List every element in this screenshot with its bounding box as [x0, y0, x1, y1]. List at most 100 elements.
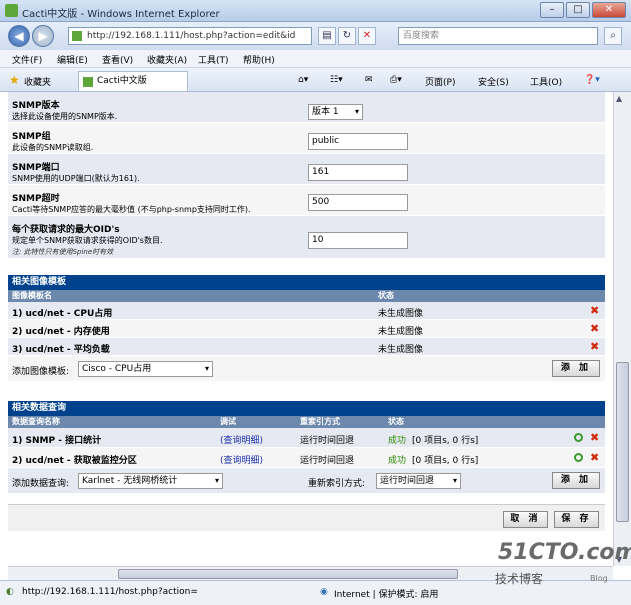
- menu-favorites[interactable]: 收藏夹(A): [147, 53, 187, 66]
- watermark-blog: Blog: [590, 574, 608, 583]
- search-input[interactable]: 百度搜索: [398, 27, 598, 45]
- help-icon[interactable]: ❓▾: [584, 75, 600, 85]
- ie-app-icon: [5, 4, 18, 17]
- status-url: http://192.168.1.111/host.php?action=: [22, 587, 198, 597]
- snmp-version-desc: 选择此设备使用的SNMP版本.: [12, 112, 118, 121]
- home-icon[interactable]: ⌂▾: [298, 75, 308, 85]
- tab-favicon-icon: [83, 77, 93, 87]
- add-data-query-row: 添加数据查询: Karlnet - 无线网桥统计 ▾ 重新索引方式: 运行时间回…: [8, 468, 605, 494]
- add-data-query-button[interactable]: 添 加: [552, 472, 600, 489]
- column-query-name: 数据查询名称: [12, 417, 60, 426]
- graph-template-status: 未生成图像: [378, 327, 424, 337]
- snmp-port-row: SNMP端口 SNMP使用的UDP端口(默认为161). 161: [8, 154, 605, 185]
- column-status: 状态: [378, 291, 394, 300]
- watermark-logo: 51CTO.com: [498, 540, 631, 565]
- reindex-method: 运行时间回退: [300, 436, 355, 446]
- search-icon[interactable]: ⌕: [604, 27, 622, 45]
- maximize-button[interactable]: □: [566, 2, 590, 18]
- chevron-down-icon: ▾: [452, 476, 457, 485]
- snmp-port-desc: SNMP使用的UDP端口(默认为161).: [12, 174, 140, 183]
- favorites-star-icon[interactable]: ★: [9, 73, 20, 87]
- scroll-up-icon[interactable]: ▲: [616, 94, 622, 103]
- delete-icon[interactable]: ✖: [590, 451, 599, 464]
- graph-template-name: 1) ucd/net - CPU占用: [12, 309, 113, 319]
- snmp-maxoids-desc: 规定单个SNMP获取请求获得的OID's数目.: [12, 236, 163, 245]
- delete-icon[interactable]: ✖: [590, 431, 599, 444]
- save-button[interactable]: 保 存: [554, 511, 599, 528]
- query-debug-link[interactable]: (查询明细): [220, 433, 263, 446]
- scroll-thumb[interactable]: [616, 362, 629, 522]
- menu-view[interactable]: 查看(V): [102, 53, 133, 66]
- snmp-maxoids-note: 注: 此特性只有使用Spine时有效: [12, 248, 114, 256]
- snmp-version-select[interactable]: 版本 1 ▾: [308, 104, 363, 120]
- reload-icon[interactable]: [574, 433, 583, 442]
- print-icon[interactable]: ⎙▾: [390, 75, 402, 85]
- table-row: 2) ucd/net - 获取被监控分区 (查询明细) 运行时间回退 成功 [0…: [8, 448, 605, 468]
- snmp-port-label: SNMP端口: [12, 163, 60, 173]
- reload-icon[interactable]: [574, 453, 583, 462]
- graph-template-select[interactable]: Cisco - CPU占用 ▾: [78, 361, 213, 377]
- snmp-version-value: 版本 1: [312, 107, 339, 117]
- data-queries-columns: 数据查询名称 调试 重索引方式 状态: [8, 416, 605, 428]
- mail-icon[interactable]: ✉: [365, 75, 373, 85]
- table-row: 2) ucd/net - 内存使用 未生成图像 ✖: [8, 320, 605, 338]
- reindex-method-select[interactable]: 运行时间回退 ▾: [376, 473, 461, 489]
- delete-icon[interactable]: ✖: [590, 304, 599, 317]
- command-safety[interactable]: 安全(S): [478, 75, 509, 88]
- graph-template-name: 3) ucd/net - 平均负载: [12, 345, 110, 355]
- snmp-timeout-input[interactable]: 500: [308, 194, 408, 211]
- watermark-subtitle: 技术博客: [495, 572, 544, 586]
- graph-template-name: 2) ucd/net - 内存使用: [12, 327, 110, 337]
- browser-tab[interactable]: Cacti中文版: [78, 71, 188, 91]
- status-info: [0 项目s, 0 行s]: [412, 436, 479, 446]
- graph-templates-columns: 图像模板名 状态: [8, 290, 605, 302]
- refresh-icon[interactable]: ↻: [338, 27, 356, 45]
- command-tools[interactable]: 工具(O): [530, 75, 562, 88]
- chevron-down-icon: ▾: [214, 476, 219, 485]
- status-info: [0 项目s, 0 行s]: [412, 456, 479, 466]
- form-footer: 取 消 保 存: [8, 504, 605, 532]
- feeds-icon[interactable]: ☷▾: [330, 75, 343, 85]
- snmp-maxoids-input[interactable]: 10: [308, 232, 408, 249]
- stop-icon[interactable]: ✕: [358, 27, 376, 45]
- menu-edit[interactable]: 编辑(E): [57, 53, 88, 66]
- close-button[interactable]: ✕: [592, 2, 626, 18]
- delete-icon[interactable]: ✖: [590, 340, 599, 353]
- back-button[interactable]: ◀: [8, 25, 30, 47]
- data-query-select[interactable]: Karlnet - 无线网桥统计 ▾: [78, 473, 223, 489]
- snmp-community-desc: 此设备的SNMP读取组.: [12, 143, 94, 152]
- vertical-scrollbar[interactable]: ▲ ▼: [613, 92, 631, 566]
- favorites-button[interactable]: 收藏夹: [24, 75, 51, 88]
- compat-view-icon[interactable]: ▤: [318, 27, 336, 45]
- add-data-query-label: 添加数据查询:: [12, 479, 70, 489]
- forward-button[interactable]: ▶: [32, 25, 54, 47]
- address-input[interactable]: http://192.168.1.111/host.php?action=edi…: [68, 27, 312, 45]
- add-graph-template-label: 添加图像模板:: [12, 367, 70, 377]
- delete-icon[interactable]: ✖: [590, 322, 599, 335]
- command-page[interactable]: 页面(P): [425, 75, 455, 88]
- snmp-community-input[interactable]: public: [308, 133, 408, 150]
- graph-template-status: 未生成图像: [378, 345, 424, 355]
- table-row: 1) SNMP - 接口统计 (查询明细) 运行时间回退 成功 [0 项目s, …: [8, 428, 605, 448]
- reindex-method-label: 重新索引方式:: [308, 479, 366, 489]
- snmp-port-input[interactable]: 161: [308, 164, 408, 181]
- graph-template-select-value: Cisco - CPU占用: [82, 364, 152, 374]
- add-graph-template-row: 添加图像模板: Cisco - CPU占用 ▾ 添 加: [8, 356, 605, 382]
- data-queries-header: 相关数据查询: [8, 401, 605, 416]
- menu-tools[interactable]: 工具(T): [198, 53, 229, 66]
- graph-templates-header: 相关图像模板: [8, 275, 605, 290]
- cancel-button[interactable]: 取 消: [503, 511, 548, 528]
- query-debug-link[interactable]: (查询明细): [220, 453, 263, 466]
- reindex-method-select-value: 运行时间回退: [380, 476, 435, 486]
- hscroll-thumb[interactable]: [118, 569, 458, 579]
- title-bar: Cacti中文版 - Windows Internet Explorer – □…: [0, 0, 631, 22]
- menu-file[interactable]: 文件(F): [12, 53, 42, 66]
- page-favicon-icon: [72, 31, 82, 41]
- menu-help[interactable]: 帮助(H): [243, 53, 275, 66]
- add-graph-template-button[interactable]: 添 加: [552, 360, 600, 377]
- snmp-timeout-row: SNMP超时 Cacti等待SNMP应答的最大毫秒值 (不与php-snmp支持…: [8, 185, 605, 216]
- column-debug: 调试: [220, 417, 236, 426]
- data-query-name: 2) ucd/net - 获取被监控分区: [12, 456, 137, 466]
- minimize-button[interactable]: –: [540, 2, 564, 18]
- snmp-maxoids-row: 每个获取请求的最大OID's 规定单个SNMP获取请求获得的OID's数目. 注…: [8, 216, 605, 259]
